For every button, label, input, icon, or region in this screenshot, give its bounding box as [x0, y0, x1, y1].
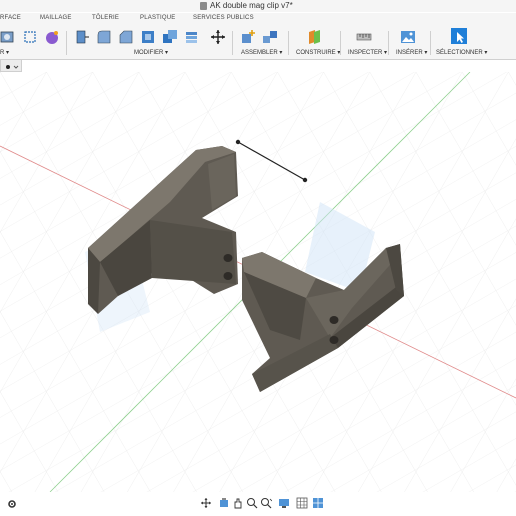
zoom-icon[interactable]	[246, 497, 258, 509]
bounding-box-icon[interactable]	[22, 29, 38, 45]
combine-icon[interactable]	[162, 29, 178, 45]
insert-image-icon[interactable]	[400, 29, 416, 45]
group-label-modify[interactable]: MODIFIER ▾	[134, 49, 168, 56]
tab-utilities[interactable]: SERVICES PUBLICS	[193, 15, 254, 21]
tab-mesh[interactable]: MAILLAGE	[40, 15, 72, 21]
offset-plane-icon[interactable]	[306, 29, 322, 45]
browser-row	[0, 60, 516, 72]
press-pull-icon[interactable]	[74, 29, 90, 45]
select-icon[interactable]	[450, 27, 468, 45]
navigation-bar	[0, 492, 516, 516]
sketch-point-end[interactable]	[302, 177, 308, 183]
window-title-text: AK double mag clip v7*	[210, 1, 293, 10]
measure-icon[interactable]	[356, 29, 372, 45]
group-label-create[interactable]: R ▾	[0, 49, 9, 56]
viewports-icon[interactable]	[312, 497, 324, 509]
group-label-construct[interactable]: CONSTRUIRE ▾	[296, 49, 340, 56]
separator	[288, 31, 289, 55]
ribbon-toolbar: R ▾ MODIFIER ▾ ASSEMBLER ▾ CONSTRUIRE ▾ …	[0, 25, 516, 60]
design-canvas[interactable]	[0, 72, 516, 492]
tab-sheet-metal[interactable]: TÔLERIE	[92, 15, 119, 21]
display-icon[interactable]	[278, 497, 290, 509]
browser-panel-tab[interactable]	[0, 60, 22, 72]
group-label-assemble[interactable]: ASSEMBLER ▾	[241, 49, 282, 56]
fillet-icon[interactable]	[96, 29, 112, 45]
joint-icon[interactable]	[262, 29, 278, 45]
settings-gear-icon[interactable]	[6, 498, 18, 510]
separator	[66, 31, 67, 55]
fit-icon[interactable]	[260, 497, 272, 509]
separator	[232, 31, 233, 55]
title-bar: AK double mag clip v7*	[0, 0, 516, 12]
orbit-icon[interactable]	[200, 497, 212, 509]
group-label-select[interactable]: SÉLECTIONNER ▾	[436, 49, 487, 56]
separator	[340, 31, 341, 55]
move-icon[interactable]	[210, 29, 226, 45]
pan-icon[interactable]	[232, 497, 244, 509]
separator	[430, 31, 431, 55]
grid-icon[interactable]	[296, 497, 308, 509]
document-icon	[200, 1, 207, 10]
shell-icon[interactable]	[140, 29, 156, 45]
sketch-point-start[interactable]	[235, 139, 241, 145]
form-tool-icon[interactable]	[44, 29, 60, 45]
window-title: AK double mag clip v7*	[200, 1, 293, 10]
chamfer-icon[interactable]	[118, 29, 134, 45]
surface-tool-icon[interactable]	[0, 29, 16, 45]
workspace-tabs: RFACE MAILLAGE TÔLERIE PLASTIQUE SERVICE…	[0, 13, 516, 25]
new-component-icon[interactable]	[240, 29, 256, 45]
tab-plastic[interactable]: PLASTIQUE	[140, 15, 175, 21]
group-label-insert[interactable]: INSÉRER ▾	[396, 49, 427, 56]
group-label-inspect[interactable]: INSPECTER ▾	[348, 49, 387, 56]
tab-surface[interactable]: RFACE	[0, 15, 21, 21]
scale-icon[interactable]	[184, 29, 200, 45]
separator	[388, 31, 389, 55]
look-at-icon[interactable]	[218, 497, 230, 509]
